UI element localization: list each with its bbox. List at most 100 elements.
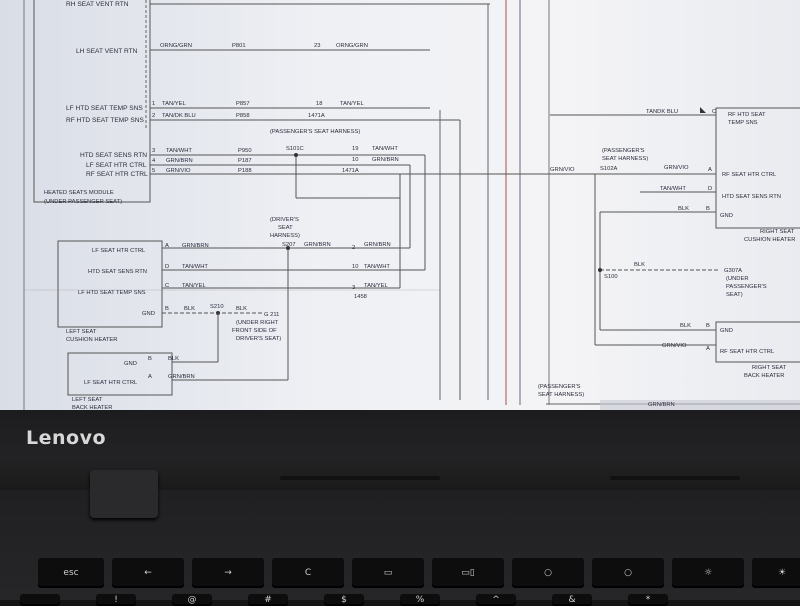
svg-text:G 211: G 211 [264,312,279,318]
svg-text:RF SEAT HTR CTRL: RF SEAT HTR CTRL [720,349,775,355]
svg-text:GRN/BRN: GRN/BRN [166,158,193,164]
vent [610,476,740,480]
svg-text:2: 2 [152,113,155,119]
key-bright-down[interactable]: ○ [512,558,584,588]
svg-text:TEMP SNS: TEMP SNS [728,120,758,126]
svg-text:RF HTD SEAT TEMP SNS: RF HTD SEAT TEMP SNS [66,117,145,124]
svg-text:P187: P187 [238,158,252,164]
svg-text:P950: P950 [238,148,252,154]
wiring-diagram: RH SEAT VENT RTN LH SEAT VENT RTN LF HTD… [23,0,800,412]
svg-text:A: A [706,346,710,352]
svg-text:10: 10 [352,264,358,270]
svg-text:G307A: G307A [724,268,742,274]
svg-text:P188: P188 [238,168,252,174]
svg-text:10: 10 [352,157,358,163]
svg-text:TAN/YEL: TAN/YEL [182,283,207,289]
svg-text:GRN/BRN: GRN/BRN [304,242,331,248]
svg-text:D: D [165,264,169,270]
key-1[interactable]: ! [96,594,136,606]
svg-text:TAN/DK BLU: TAN/DK BLU [162,113,196,119]
key-volume[interactable]: ☀ [752,558,800,588]
key-fullscreen[interactable]: ▭ [352,558,424,588]
svg-text:HTD SEAT SENS RTN: HTD SEAT SENS RTN [722,194,781,200]
svg-text:HARNESS): HARNESS) [270,233,300,239]
key-4[interactable]: $ [324,594,364,606]
svg-text:S100: S100 [604,274,618,280]
svg-text:BLK: BLK [236,306,247,312]
svg-text:S207: S207 [282,242,296,248]
key-6[interactable]: ^ [476,594,516,606]
key-forward[interactable]: → [192,558,264,588]
svg-text:1471A: 1471A [342,168,359,174]
svg-text:RF SEAT HTR CTRL: RF SEAT HTR CTRL [722,172,777,178]
svg-text:LF SEAT HTR CTRL: LF SEAT HTR CTRL [86,162,147,169]
svg-text:(DRIVER'S: (DRIVER'S [270,217,299,223]
svg-text:S102A: S102A [600,166,618,172]
key-7[interactable]: & [552,594,592,606]
svg-text:GRN/BRN: GRN/BRN [372,157,399,163]
svg-text:A: A [165,243,169,249]
svg-text:TANDK BLU: TANDK BLU [646,109,678,115]
svg-text:19: 19 [352,146,358,152]
vent [280,476,440,480]
svg-text:GRN/BRN: GRN/BRN [648,402,675,408]
svg-text:GND: GND [142,311,155,317]
svg-text:P858: P858 [236,113,250,119]
svg-text:RF SEAT HTR CTRL: RF SEAT HTR CTRL [86,171,148,178]
svg-text:LEFT SEAT: LEFT SEAT [72,397,103,403]
key-8[interactable]: * [628,594,668,606]
svg-text:B: B [148,356,152,362]
module-labels: RH SEAT VENT RTN LH SEAT VENT RTN LF HTD… [44,1,148,205]
svg-text:TAN/YEL: TAN/YEL [364,283,389,289]
svg-text:ORNG/GRN: ORNG/GRN [336,43,368,49]
svg-text:CUSHION HEATER: CUSHION HEATER [66,337,117,343]
key-back[interactable]: ← [112,558,184,588]
svg-text:BLK: BLK [168,356,179,362]
svg-text:RIGHT SEAT: RIGHT SEAT [752,365,787,371]
key-2[interactable]: @ [172,594,212,606]
svg-text:BACK HEATER: BACK HEATER [744,373,784,379]
svg-text:BLK: BLK [634,262,645,268]
svg-text:S210: S210 [210,304,224,310]
svg-text:BLK: BLK [680,323,691,329]
key-mute[interactable]: ☼ [672,558,744,588]
svg-text:GND: GND [720,213,733,219]
key[interactable] [20,594,60,606]
svg-text:TAN/YEL: TAN/YEL [340,101,365,107]
svg-text:SEAT: SEAT [278,225,293,231]
svg-text:TAN/WHT: TAN/WHT [364,264,390,270]
svg-text:4: 4 [152,158,156,164]
svg-text:(PASSENGER'S: (PASSENGER'S [538,384,581,390]
svg-text:TAN/WHT: TAN/WHT [660,186,686,192]
svg-text:(PASSENGER'S: (PASSENGER'S [602,148,645,154]
svg-text:BLK: BLK [184,306,195,312]
svg-text:GND: GND [720,328,733,334]
svg-text:D: D [708,186,712,192]
key-esc[interactable]: esc [38,558,104,588]
laptop-screen: RH SEAT VENT RTN LH SEAT VENT RTN LF HTD… [0,0,800,420]
svg-text:1: 1 [152,101,155,107]
svg-text:1458: 1458 [354,294,367,300]
svg-text:1471A: 1471A [308,113,325,119]
right-seat-labels: TANDK BLU C RF HTD SEAT TEMP SNS (PASSEN… [550,109,795,379]
svg-text:A: A [708,167,712,173]
svg-text:(UNDER PASSENGER SEAT): (UNDER PASSENGER SEAT) [44,199,122,205]
svg-text:GRN/VIO: GRN/VIO [166,168,191,174]
svg-text:LEFT SEAT: LEFT SEAT [66,329,97,335]
key-bright-up[interactable]: ○ [592,558,664,588]
svg-text:GRN/VIO: GRN/VIO [664,165,689,171]
key-refresh[interactable]: C [272,558,344,588]
svg-text:3: 3 [152,148,155,154]
svg-text:ORNG/GRN: ORNG/GRN [160,43,192,49]
key-3[interactable]: # [248,594,288,606]
svg-text:A: A [148,374,152,380]
svg-text:LF HTD SEAT TEMP SNS: LF HTD SEAT TEMP SNS [78,290,146,296]
svg-text:DRIVER'S SEAT): DRIVER'S SEAT) [236,336,281,342]
svg-text:LF HTD SEAT TEMP SNS: LF HTD SEAT TEMP SNS [66,105,143,112]
svg-text:3: 3 [352,285,355,291]
key-5[interactable]: % [400,594,440,606]
key-overview[interactable]: ▭▯ [432,558,504,588]
svg-text:BLK: BLK [678,206,689,212]
svg-text:LF SEAT HTR CTRL: LF SEAT HTR CTRL [92,248,146,254]
svg-text:GRN/VIO: GRN/VIO [550,167,575,173]
